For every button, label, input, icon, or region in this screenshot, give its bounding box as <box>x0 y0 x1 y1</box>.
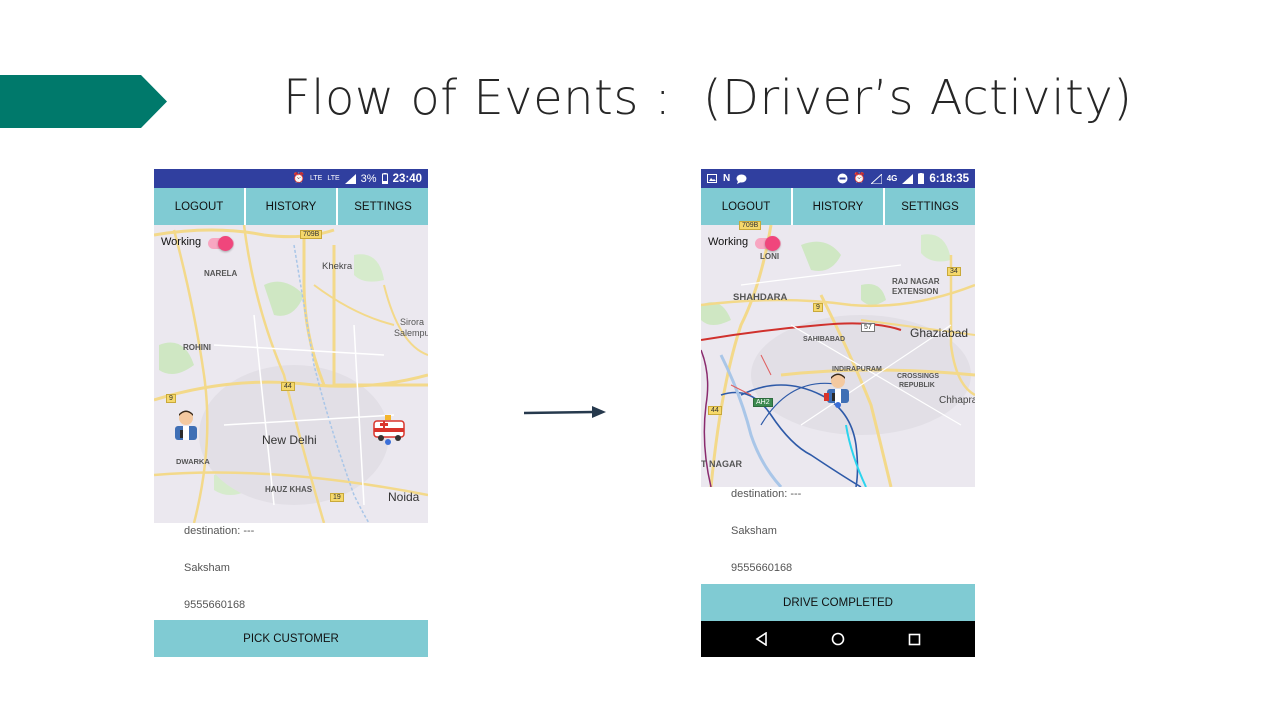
status-time: 6:18:35 <box>929 172 969 185</box>
volte-icon: LTE <box>310 175 323 182</box>
road-shield: 709B <box>300 230 323 239</box>
driver-icon[interactable] <box>821 371 855 409</box>
alarm-icon: ⏰ <box>292 173 306 184</box>
chat-icon <box>736 174 747 184</box>
destination-text: destination: --- <box>184 525 255 537</box>
drive-completed-button[interactable]: DRIVE COMPLETED <box>701 584 975 621</box>
road-shield: 44 <box>281 382 295 391</box>
road-shield: AH2 <box>753 398 773 407</box>
map-label: Chhapra <box>939 395 975 406</box>
map-label: EXTENSION <box>892 287 939 296</box>
map-label: NARELA <box>204 269 238 278</box>
settings-button[interactable]: SETTINGS <box>885 188 975 225</box>
map-label: SAHIBABAD <box>803 336 845 343</box>
road-shield: 9 <box>813 303 823 312</box>
pick-customer-button[interactable]: PICK CUSTOMER <box>154 620 428 657</box>
battery-icon <box>381 173 388 184</box>
road-shield: 9 <box>166 394 176 403</box>
status-time: 23:40 <box>392 172 422 185</box>
map-label: ROHINI <box>183 343 211 352</box>
map-label: SHAHDARA <box>733 292 788 303</box>
map-view[interactable]: Working NARELA Khekra Sirora Salempu ROH… <box>154 225 428 523</box>
image-icon <box>707 174 717 183</box>
status-bar: N ⏰ 4G 6:18:35 <box>701 169 975 188</box>
system-nav-bar <box>701 621 975 657</box>
working-label: Working <box>161 236 202 248</box>
history-button[interactable]: HISTORY <box>246 188 336 225</box>
status-bar: ⏰ LTE LTE 3% 23:40 <box>154 169 428 188</box>
title-accent-shape <box>0 75 167 128</box>
map-label: HAUZ KHAS <box>265 485 313 494</box>
dnd-icon <box>837 173 848 184</box>
road-shield: 709B <box>739 221 762 230</box>
battery-percent: 3% <box>360 172 377 185</box>
map-view[interactable]: Working LONI SHAHDARA RAJ NAGAR EXTENSIO… <box>701 221 975 487</box>
map-label: Sirora <box>400 317 425 327</box>
flow-arrow-icon <box>524 406 606 418</box>
history-button[interactable]: HISTORY <box>793 188 883 225</box>
lte-icon: LTE <box>327 175 340 182</box>
map-label: REPUBLIK <box>899 382 935 389</box>
map-label: Noida <box>388 490 420 504</box>
ambulance-icon[interactable] <box>372 411 408 445</box>
working-toggle[interactable] <box>765 236 780 251</box>
back-icon[interactable] <box>742 621 782 657</box>
logout-button[interactable]: LOGOUT <box>701 188 791 225</box>
map-label: New Delhi <box>262 433 317 447</box>
n-icon: N <box>723 173 731 184</box>
phone-screenshot-after: N ⏰ 4G 6:18:35 LOGOUT HISTORY SETTINGS W… <box>701 169 975 657</box>
working-label: Working <box>708 236 749 248</box>
top-nav-bar: LOGOUT HISTORY SETTINGS <box>701 188 975 225</box>
map-label: LONI <box>760 252 780 261</box>
road-shield: 34 <box>947 267 961 276</box>
logout-button[interactable]: LOGOUT <box>154 188 244 225</box>
customer-name: Saksham <box>184 562 230 574</box>
map-label: Khekra <box>322 261 353 272</box>
customer-phone: 9555660168 <box>184 599 246 611</box>
working-toggle[interactable] <box>218 236 233 251</box>
slide-title: Flow of Events : (Driver’s Activity) <box>283 70 1133 126</box>
map-label: T NAGAR <box>701 459 742 469</box>
signal-icon <box>344 173 356 184</box>
network-type: 4G <box>886 174 898 183</box>
settings-button[interactable]: SETTINGS <box>338 188 428 225</box>
alarm-icon: ⏰ <box>853 173 866 184</box>
customer-name: Saksham <box>731 525 777 537</box>
road-shield: 19 <box>330 493 344 502</box>
driver-icon[interactable] <box>171 408 201 442</box>
destination-text: destination: --- <box>731 488 802 500</box>
map-label: Ghaziabad <box>910 326 969 340</box>
customer-phone: 9555660168 <box>731 562 793 574</box>
signal-icon <box>902 173 914 184</box>
phone-screenshot-before: ⏰ LTE LTE 3% 23:40 LOGOUT HISTORY SETTIN… <box>154 169 428 657</box>
recents-icon[interactable] <box>894 621 934 657</box>
battery-icon <box>918 173 925 184</box>
home-icon[interactable] <box>818 621 858 657</box>
road-shield: 44 <box>708 406 722 415</box>
road-shield: 57 <box>861 323 875 332</box>
map-label: Salempu <box>394 328 428 338</box>
map-label: DWARKA <box>176 457 210 466</box>
map-label: RAJ NAGAR <box>892 277 940 286</box>
map-label: CROSSINGS <box>897 373 940 380</box>
top-nav-bar: LOGOUT HISTORY SETTINGS <box>154 188 428 225</box>
signal-icon-empty <box>870 173 882 184</box>
